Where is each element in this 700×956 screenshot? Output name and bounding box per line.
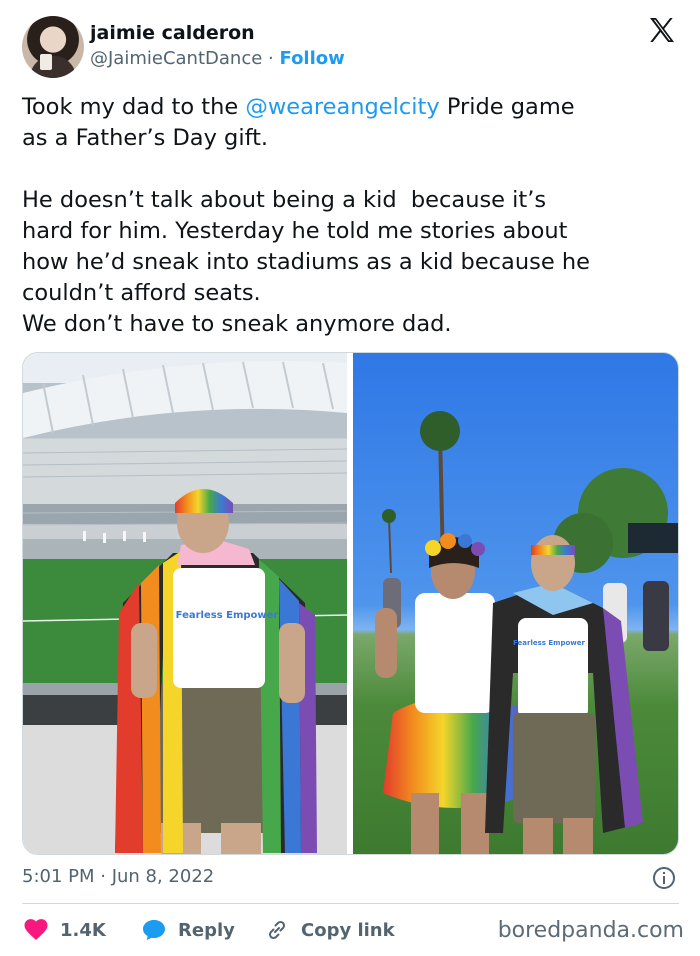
photo-stadium[interactable]: Fearless Empower (23, 353, 347, 854)
media-grid: Fearless Empower Fearless Empower (22, 352, 679, 855)
follow-button[interactable]: Follow (280, 48, 345, 69)
like-button[interactable]: 1.4K (24, 916, 106, 944)
avatar[interactable] (22, 16, 84, 78)
right-shirt-logo: Fearless Empower (513, 639, 585, 647)
photo-stadium-scene: Fearless Empower (23, 361, 347, 854)
like-count: 1.4K (60, 919, 106, 941)
watermark: boredpanda.com (497, 918, 684, 943)
photo-park[interactable]: Fearless Empower (353, 353, 678, 854)
reply-label: Reply (178, 919, 235, 941)
tweet-text: Took my dad to the @weareangelcity Pride… (22, 92, 682, 340)
left-shirt-logo: Fearless Empower (176, 610, 279, 621)
author-handle[interactable]: @JaimieCantDance (90, 48, 262, 69)
tweet-timestamp[interactable]: 5:01 PM · Jun 8, 2022 (22, 866, 214, 887)
link-icon (268, 920, 286, 940)
copy-link-label: Copy link (301, 919, 395, 941)
copy-link-button[interactable]: Copy link (265, 916, 395, 944)
info-icon[interactable] (652, 866, 676, 890)
mention-link[interactable]: @weareangelcity (245, 94, 439, 120)
handle-separator: · (268, 48, 274, 69)
author-handle-row: @JaimieCantDance · Follow (90, 48, 345, 69)
x-logo-icon[interactable] (646, 14, 678, 46)
tweet-text-part-2: Pride game as a Father’s Day gift. He do… (22, 94, 590, 337)
reply-button[interactable]: Reply (142, 916, 235, 944)
tweet-text-part-1: Took my dad to the (22, 94, 246, 120)
tweet-card: jaimie calderon @JaimieCantDance · Follo… (0, 0, 700, 956)
footer-divider (22, 903, 679, 904)
reply-bubble-icon (143, 920, 165, 940)
photo-park-scene: Fearless Empower (375, 411, 678, 854)
author-display-name[interactable]: jaimie calderon (90, 22, 255, 44)
heart-icon (24, 919, 48, 940)
